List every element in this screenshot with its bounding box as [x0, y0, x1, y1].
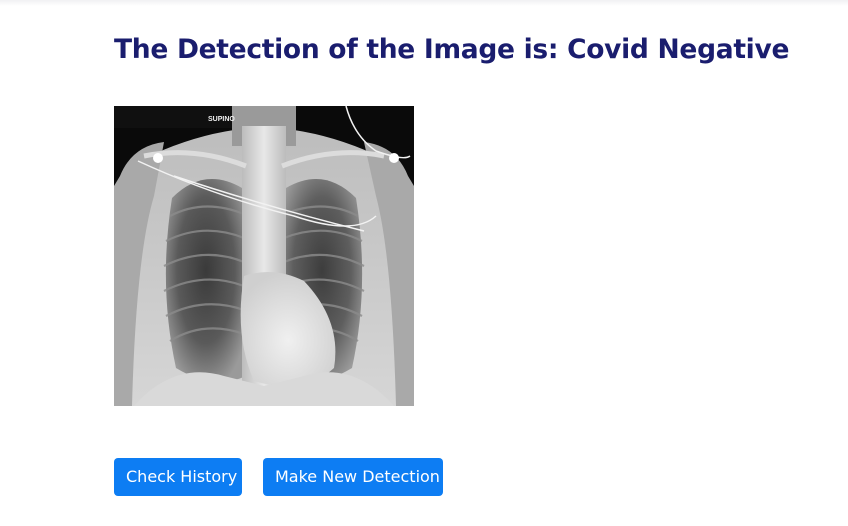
detection-result-heading: The Detection of the Image is: Covid Neg… — [114, 34, 789, 65]
detection-result-prefix: The Detection of the Image is: — [114, 34, 568, 65]
top-border — [0, 0, 848, 6]
make-new-detection-button[interactable]: Make New Detection — [263, 458, 443, 496]
check-history-button[interactable]: Check History — [114, 458, 242, 496]
xray-marker-text: SUPINO — [208, 116, 235, 123]
chest-xray-image: SUPINO — [114, 106, 414, 406]
detection-result-label: Covid Negative — [567, 34, 790, 65]
